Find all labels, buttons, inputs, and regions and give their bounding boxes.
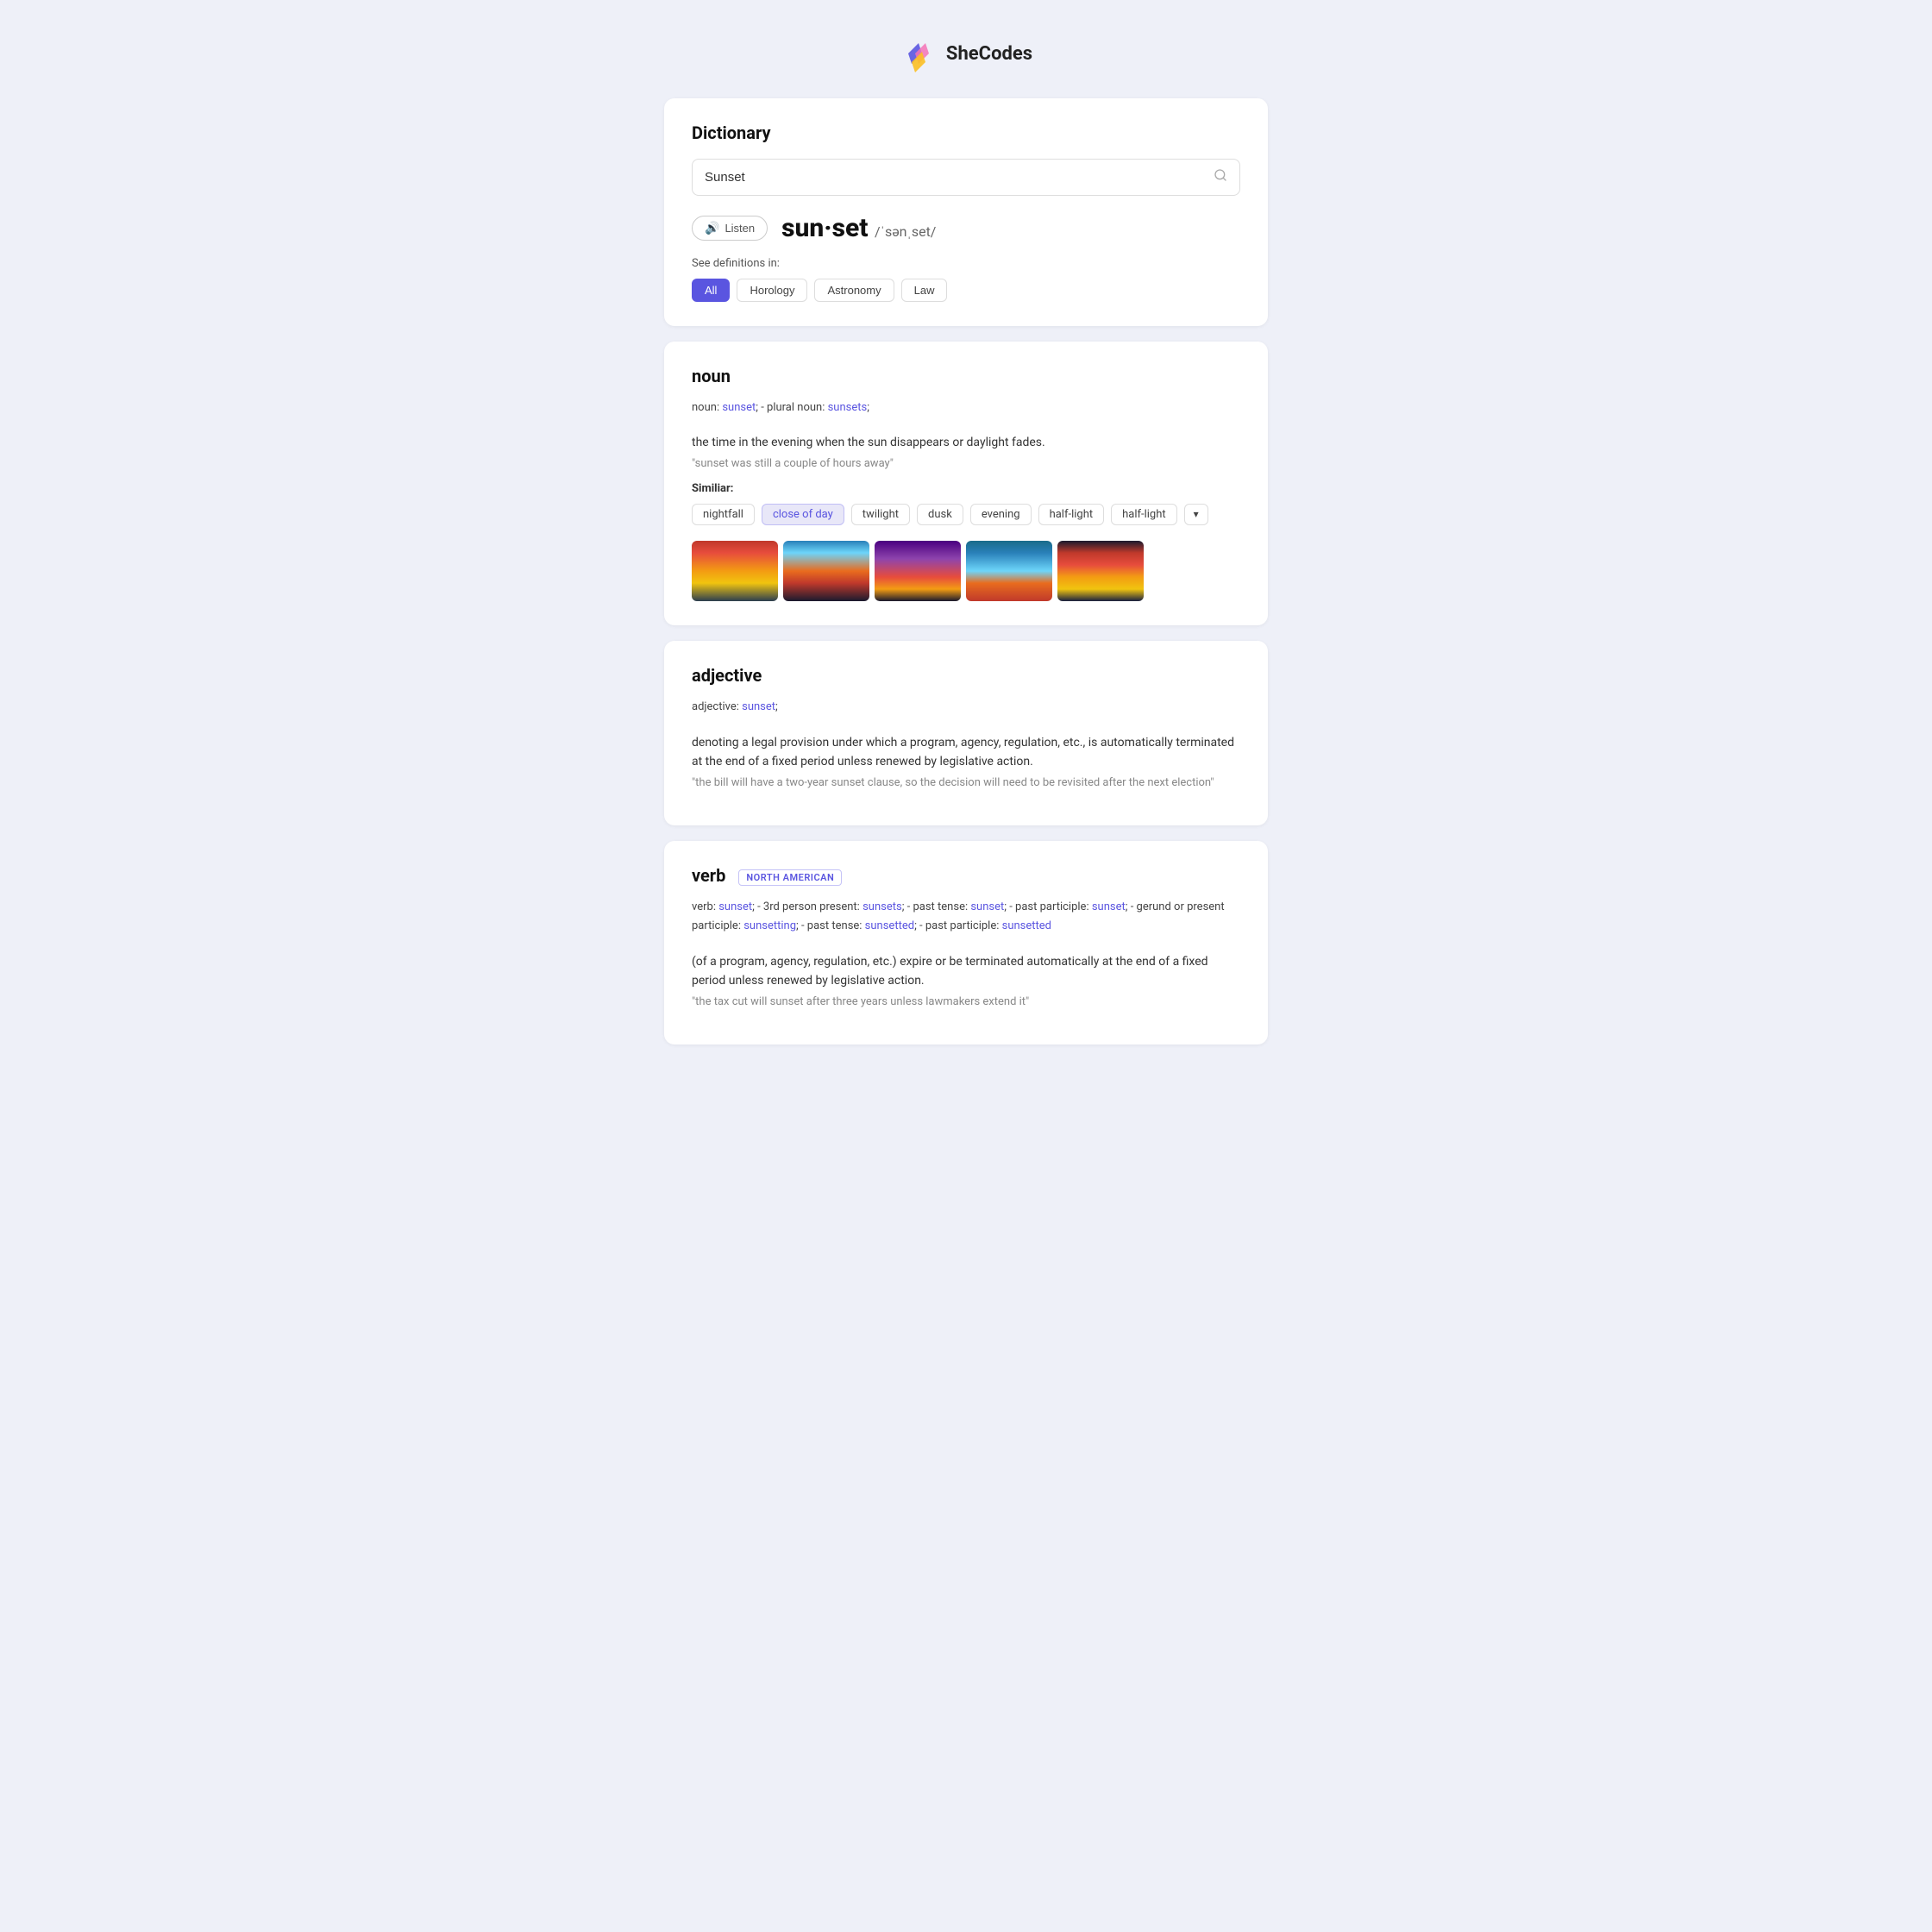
sim-tag-evening[interactable]: evening — [970, 504, 1032, 525]
pos-verb: verb NORTH AMERICAN — [692, 865, 1240, 886]
noun-form-link-1[interactable]: sunset — [722, 401, 756, 414]
speaker-icon: 🔊 — [705, 221, 719, 235]
sunset-image-1 — [692, 541, 778, 601]
sunset-image-5 — [1057, 541, 1144, 601]
verb-card: verb NORTH AMERICAN verb: sunset; - 3rd … — [664, 841, 1268, 1044]
search-button[interactable] — [1214, 168, 1227, 186]
pos-noun: noun — [692, 366, 1240, 386]
verb-form-link-7[interactable]: sunsetted — [1002, 919, 1051, 932]
tab-horology[interactable]: Horology — [737, 279, 807, 302]
similiar-tags: nightfall close of day twilight dusk eve… — [692, 504, 1240, 525]
tab-all[interactable]: All — [692, 279, 730, 302]
pos-adjective: adjective — [692, 665, 1240, 686]
shecodes-logo-icon — [900, 34, 938, 72]
verb-form-link-6[interactable]: sunsetted — [865, 919, 914, 932]
tab-law[interactable]: Law — [901, 279, 948, 302]
noun-image-strip — [692, 541, 1240, 601]
word-phonetic: /ˈsənˌset/ — [875, 223, 936, 240]
sim-tag-dusk[interactable]: dusk — [917, 504, 963, 525]
sim-tag-dropdown[interactable]: ▾ — [1184, 504, 1208, 525]
noun-card: noun noun: sunset; - plural noun: sunset… — [664, 342, 1268, 625]
header: SheCodes — [664, 34, 1268, 72]
app-name: SheCodes — [946, 43, 1032, 65]
category-tabs: All Horology Astronomy Law — [692, 279, 1240, 302]
verb-form-link-4[interactable]: sunset — [1092, 900, 1126, 913]
adjective-forms: adjective: sunset; — [692, 698, 1240, 717]
verb-quote: "the tax cut will sunset after three yea… — [692, 995, 1240, 1008]
search-bar — [692, 159, 1240, 196]
sim-tag-nightfall[interactable]: nightfall — [692, 504, 755, 525]
page-title: Dictionary — [692, 122, 1240, 143]
noun-forms: noun: sunset; - plural noun: sunsets; — [692, 398, 1240, 417]
similiar-label: Similiar: — [692, 482, 1240, 495]
sim-tag-twilight[interactable]: twilight — [851, 504, 910, 525]
sunset-image-2 — [783, 541, 869, 601]
verb-form-link-3[interactable]: sunset — [970, 900, 1004, 913]
sunset-image-4 — [966, 541, 1052, 601]
adjective-quote: "the bill will have a two-year sunset cl… — [692, 776, 1240, 789]
verb-form-link-2[interactable]: sunsets — [862, 900, 902, 913]
word-header: 🔊 Listen sun·set /ˈsənˌset/ — [692, 213, 1240, 243]
see-definitions-label: See definitions in: — [692, 257, 1240, 270]
listen-label: Listen — [724, 222, 755, 235]
verb-definition: (of a program, agency, regulation, etc.)… — [692, 952, 1240, 991]
noun-quote: "sunset was still a couple of hours away… — [692, 457, 1240, 470]
verb-forms: verb: sunset; - 3rd person present: suns… — [692, 898, 1240, 936]
noun-form-link-2[interactable]: sunsets — [828, 401, 868, 414]
search-input[interactable] — [705, 170, 1214, 185]
sunset-image-3 — [875, 541, 961, 601]
word-text: sun·set /ˈsənˌset/ — [781, 213, 936, 243]
north-american-badge: NORTH AMERICAN — [738, 869, 842, 886]
dictionary-card: Dictionary 🔊 Listen sun·set /ˈsənˌset/ — [664, 98, 1268, 326]
verb-form-link-1[interactable]: sunset — [718, 900, 752, 913]
adj-form-link-1[interactable]: sunset — [742, 700, 775, 713]
sim-tag-half-light-1[interactable]: half-light — [1038, 504, 1105, 525]
noun-definition: the time in the evening when the sun dis… — [692, 433, 1240, 452]
tab-astronomy[interactable]: Astronomy — [814, 279, 894, 302]
adjective-card: adjective adjective: sunset; denoting a … — [664, 641, 1268, 825]
sim-tag-close-of-day[interactable]: close of day — [762, 504, 844, 525]
page-container: SheCodes Dictionary 🔊 Listen sun·set /ˈs… — [664, 34, 1268, 1044]
sim-tag-half-light-2[interactable]: half-light — [1111, 504, 1177, 525]
adjective-definition: denoting a legal provision under which a… — [692, 733, 1240, 772]
verb-form-link-5[interactable]: sunsetting — [743, 919, 796, 932]
listen-button[interactable]: 🔊 Listen — [692, 216, 768, 241]
search-icon — [1214, 168, 1227, 182]
